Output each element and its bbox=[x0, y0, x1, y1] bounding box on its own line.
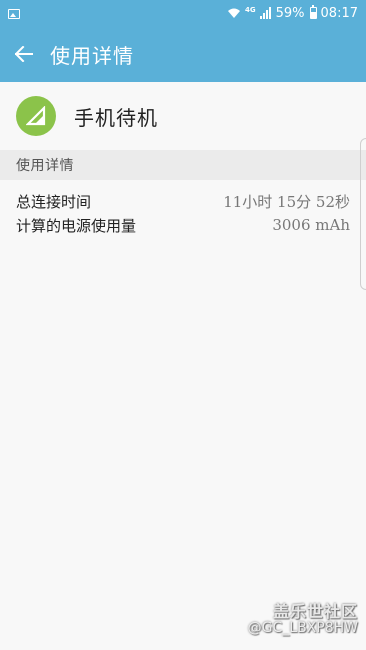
screen: 4G 59% 08:17 使用详情 手机待机 使用详情 总连接时间 11小时 1… bbox=[0, 0, 366, 650]
detail-value: 11小时 15分 52秒 bbox=[223, 192, 350, 211]
battery-percent: 59% bbox=[275, 5, 305, 21]
signal-standby-icon bbox=[26, 106, 46, 126]
detail-row-power-usage: 计算的电源使用量 3006 mAh bbox=[0, 213, 366, 237]
app-bar: 使用详情 bbox=[0, 26, 366, 82]
section-header: 使用详情 bbox=[0, 150, 366, 180]
back-button[interactable] bbox=[0, 26, 48, 82]
gallery-icon bbox=[8, 8, 20, 19]
app-header: 手机待机 bbox=[0, 82, 366, 150]
status-left bbox=[8, 8, 20, 19]
status-bar: 4G 59% 08:17 bbox=[0, 0, 366, 26]
detail-label: 总连接时间 bbox=[16, 192, 92, 211]
detail-value: 3006 mAh bbox=[272, 216, 350, 234]
clock: 08:17 bbox=[320, 5, 358, 21]
back-arrow-icon bbox=[15, 46, 33, 62]
wifi-icon bbox=[228, 8, 240, 18]
page-title: 使用详情 bbox=[50, 43, 134, 68]
section-title: 使用详情 bbox=[16, 158, 74, 174]
app-name: 手机待机 bbox=[74, 105, 158, 130]
status-right: 4G 59% 08:17 bbox=[227, 5, 358, 21]
detail-row-connection-time: 总连接时间 11小时 15分 52秒 bbox=[0, 189, 366, 213]
network-type: 4G bbox=[245, 5, 256, 14]
signal-icon bbox=[259, 7, 271, 19]
app-icon bbox=[16, 96, 56, 136]
battery-icon bbox=[309, 5, 317, 19]
watermark-user: @GC_LBXP8HW bbox=[247, 620, 358, 636]
edge-panel-handle[interactable] bbox=[360, 138, 366, 290]
detail-label: 计算的电源使用量 bbox=[16, 216, 137, 235]
watermark-title: 盖乐世社区 bbox=[272, 602, 358, 621]
